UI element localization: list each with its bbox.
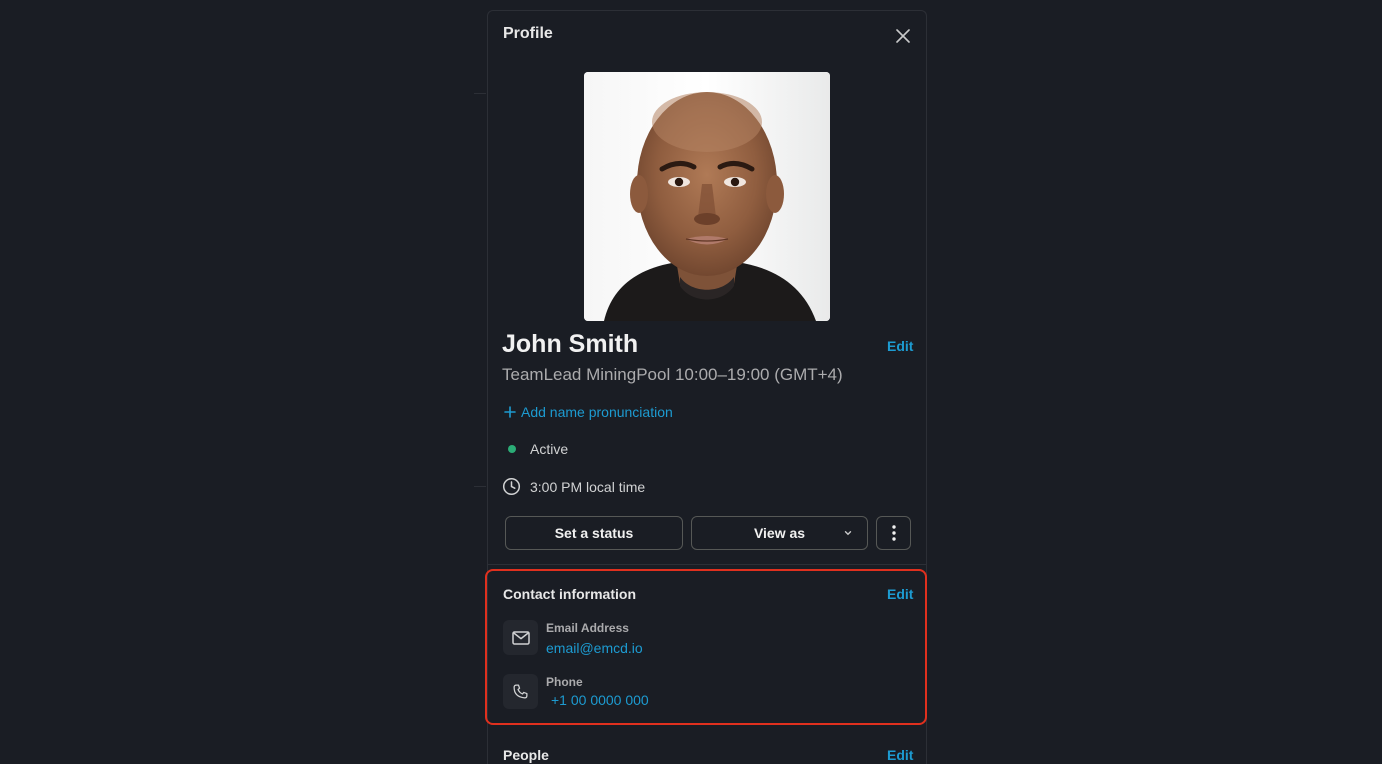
local-time-label: 3:00 PM local time bbox=[530, 478, 646, 495]
edit-contact-button[interactable]: Edit bbox=[887, 586, 913, 602]
app-window: Profile John Smith Edit TeamLead MiningP… bbox=[0, 0, 1382, 764]
add-pronunciation-link[interactable]: Add name pronunciation bbox=[504, 404, 673, 420]
presence-status: Active bbox=[508, 441, 568, 457]
plus-icon bbox=[504, 406, 516, 418]
panel-title: Profile bbox=[503, 25, 553, 42]
active-dot-icon bbox=[508, 445, 516, 453]
mail-icon bbox=[511, 630, 530, 645]
phone-link[interactable]: +1 00 0000 000 bbox=[551, 692, 649, 708]
section-divider bbox=[488, 564, 926, 565]
more-vertical-icon bbox=[891, 525, 896, 541]
presence-label: Active bbox=[530, 441, 569, 457]
view-as-label: View as bbox=[753, 525, 806, 541]
edit-profile-button[interactable]: Edit bbox=[887, 338, 913, 354]
profile-photo[interactable] bbox=[584, 72, 830, 321]
contact-section-title: Contact information bbox=[503, 586, 636, 602]
set-status-button[interactable]: Set a status bbox=[505, 516, 683, 550]
left-pane-divider bbox=[474, 486, 486, 487]
left-pane-background bbox=[0, 0, 486, 764]
phone-label: Phone bbox=[546, 675, 583, 689]
phone-icon bbox=[513, 684, 528, 699]
local-time: 3:00 PM local time bbox=[502, 477, 645, 496]
profile-title-text: TeamLead MiningPool 10:00–19:00 (GMT+4) bbox=[502, 365, 843, 384]
right-pane-background bbox=[928, 0, 1382, 764]
profile-name: John Smith bbox=[502, 330, 639, 358]
left-pane-divider bbox=[474, 93, 486, 94]
view-as-button[interactable]: View as bbox=[691, 516, 868, 550]
add-pronunciation-label: Add name pronunciation bbox=[521, 404, 673, 420]
clock-icon bbox=[502, 477, 521, 496]
close-icon bbox=[896, 29, 910, 43]
profile-panel: Profile John Smith Edit TeamLead MiningP… bbox=[485, 10, 927, 764]
more-actions-button[interactable] bbox=[876, 516, 911, 550]
avatar bbox=[584, 72, 830, 321]
people-section-title: People bbox=[503, 747, 549, 763]
email-icon-tile bbox=[503, 620, 538, 655]
email-label: Email Address bbox=[546, 621, 629, 635]
email-link[interactable]: email@emcd.io bbox=[546, 640, 643, 656]
close-button[interactable] bbox=[892, 25, 914, 47]
phone-icon-tile bbox=[503, 674, 538, 709]
chevron-down-icon bbox=[844, 531, 852, 536]
edit-people-button[interactable]: Edit bbox=[887, 747, 913, 763]
